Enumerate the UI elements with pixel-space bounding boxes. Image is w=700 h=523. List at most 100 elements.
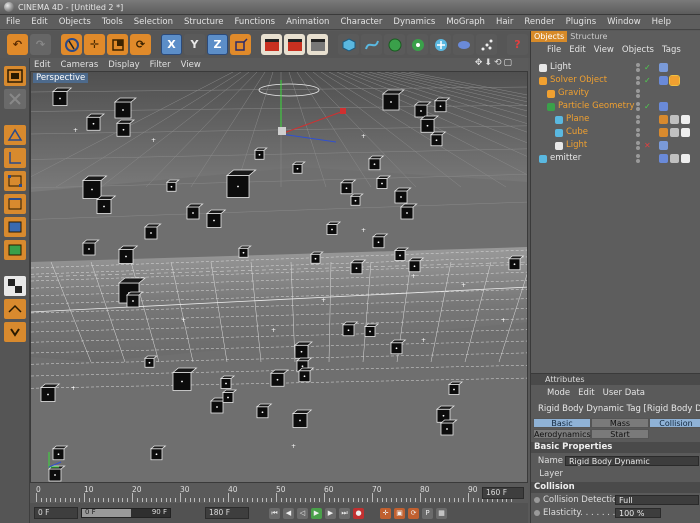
render-settings-icon[interactable]: [307, 34, 328, 55]
object-name[interactable]: Gravity: [558, 87, 589, 100]
menu-plugins[interactable]: Plugins: [566, 17, 596, 27]
axis-origin[interactable]: [278, 127, 286, 135]
attr-menu-user-data[interactable]: User Data: [603, 388, 645, 398]
object-row[interactable]: Cube: [531, 126, 700, 139]
visibility-dots[interactable]: [636, 141, 641, 150]
deformer-icon[interactable]: [430, 34, 451, 55]
rigid-body-tag-icon[interactable]: [659, 102, 668, 111]
points-mode-icon[interactable]: [3, 171, 26, 191]
tab-aerodynamics[interactable]: Aerodynamics: [533, 429, 591, 439]
rigid-body-tag-icon[interactable]: [659, 76, 668, 85]
om-menu-edit[interactable]: Edit: [569, 45, 585, 55]
attr-menu-edit[interactable]: Edit: [578, 388, 594, 398]
rigid-body-tag-icon[interactable]: [659, 154, 668, 163]
om-menu-objects[interactable]: Objects: [622, 45, 654, 55]
material-tag-icon[interactable]: [659, 128, 668, 137]
collision-detection-animate-toggle[interactable]: [534, 497, 540, 503]
timeline-ruler[interactable]: 0 10 20 30 40 50 60 70 80 90: [36, 485, 513, 503]
object-name[interactable]: Plane: [566, 113, 589, 126]
world-coordinates-icon[interactable]: [230, 34, 251, 55]
use-object-tool-icon[interactable]: [3, 89, 26, 109]
object-name[interactable]: emitter: [550, 152, 581, 165]
tab-objects[interactable]: Objects: [531, 31, 568, 42]
enable-toggle[interactable]: ✕: [644, 139, 651, 152]
menu-edit[interactable]: Edit: [31, 17, 47, 27]
menu-selection[interactable]: Selection: [134, 17, 173, 27]
viewport-menu-edit[interactable]: Edit: [34, 60, 50, 70]
scene-object-icon[interactable]: [453, 34, 474, 55]
visibility-dots[interactable]: [636, 63, 641, 72]
collision-detection-dropdown[interactable]: Full: [615, 495, 699, 505]
record-rotation-icon[interactable]: ⟳: [408, 507, 419, 519]
menu-render[interactable]: Render: [524, 17, 554, 27]
phong-tag-icon[interactable]: [670, 128, 679, 137]
layer-field[interactable]: [565, 469, 699, 479]
menu-file[interactable]: File: [6, 17, 20, 27]
phong-tag-icon[interactable]: [670, 115, 679, 124]
section-collision[interactable]: Collision: [531, 482, 700, 493]
menu-functions[interactable]: Functions: [235, 17, 276, 27]
object-row[interactable]: Light ✓: [531, 61, 700, 74]
om-menu-file[interactable]: File: [547, 45, 561, 55]
object-row[interactable]: Gravity: [531, 87, 700, 100]
menu-tools[interactable]: Tools: [102, 17, 123, 27]
viewport-menu-view[interactable]: View: [181, 60, 201, 70]
record-parameter-icon[interactable]: P: [422, 507, 433, 519]
elasticity-animate-toggle[interactable]: [534, 510, 540, 516]
checker-tag-icon[interactable]: [681, 128, 690, 137]
timeline[interactable]: 0 10 20 30 40 50 60 70 80 90 160 F: [30, 483, 528, 503]
tab-structure[interactable]: Structure: [567, 31, 610, 42]
viewport-scene[interactable]: + + + + + + + + + + + + +: [31, 72, 528, 483]
menu-animation[interactable]: Animation: [286, 17, 329, 27]
x-axis-lock-button[interactable]: X: [161, 34, 182, 55]
elasticity-field[interactable]: 100 %: [615, 508, 661, 518]
current-frame-field[interactable]: 0 F: [34, 507, 78, 519]
visibility-dots[interactable]: [636, 102, 641, 111]
y-axis-lock-button[interactable]: Y: [184, 34, 205, 55]
particle-emitter-icon[interactable]: [476, 34, 497, 55]
next-key-icon[interactable]: ▶: [325, 507, 336, 519]
go-to-end-icon[interactable]: ⏭: [339, 507, 350, 519]
visibility-dots[interactable]: [636, 89, 641, 98]
workplane-icon[interactable]: [3, 299, 26, 319]
x-axis-cap[interactable]: [340, 108, 346, 114]
previous-key-icon[interactable]: ◀: [283, 507, 294, 519]
menu-hair[interactable]: Hair: [496, 17, 513, 27]
record-position-icon[interactable]: ✛: [380, 507, 391, 519]
tab-start[interactable]: Start: [591, 429, 649, 439]
section-basic-properties[interactable]: Basic Properties: [531, 442, 700, 453]
menu-structure[interactable]: Structure: [184, 17, 224, 27]
light-tag-icon[interactable]: [659, 63, 668, 72]
material-tag-icon[interactable]: [659, 115, 668, 124]
visibility-dots[interactable]: [636, 154, 641, 163]
z-axis-lock-button[interactable]: Z: [207, 34, 228, 55]
viewport-menu-filter[interactable]: Filter: [150, 60, 171, 70]
object-name[interactable]: Cube: [566, 126, 588, 139]
om-menu-view[interactable]: View: [594, 45, 614, 55]
perspective-viewport[interactable]: + + + + + + + + + + + + + Perspective: [30, 71, 528, 483]
attr-menu-mode[interactable]: Mode: [547, 388, 570, 398]
go-to-start-icon[interactable]: ⏮: [269, 507, 280, 519]
texture-mode-icon[interactable]: [3, 240, 26, 260]
phong-tag-icon[interactable]: [670, 154, 679, 163]
object-name[interactable]: Solver Object: [550, 74, 607, 87]
rotate-tool-icon[interactable]: ⟳: [130, 34, 151, 55]
menu-dynamics[interactable]: Dynamics: [393, 17, 435, 27]
checker-tag-icon[interactable]: [681, 115, 690, 124]
snap-icon[interactable]: [3, 322, 26, 342]
axis-tool-icon[interactable]: [3, 148, 26, 168]
use-model-tool-icon[interactable]: [3, 66, 26, 86]
frame-range-slider[interactable]: 0 F 90 F: [81, 508, 171, 518]
viewport-menu-display[interactable]: Display: [108, 60, 139, 70]
object-row[interactable]: emitter: [531, 152, 700, 165]
nurbs-icon[interactable]: [384, 34, 405, 55]
selected-tag-icon[interactable]: [669, 75, 680, 86]
record-icon[interactable]: ●: [353, 507, 364, 519]
visibility-dots[interactable]: [636, 128, 641, 137]
render-picture-viewer-icon[interactable]: [284, 34, 305, 55]
object-row[interactable]: Particle Geometry ✓: [531, 100, 700, 113]
enable-toggle[interactable]: ✓: [644, 100, 651, 113]
object-row[interactable]: Light ✕: [531, 139, 700, 152]
tab-collision[interactable]: Collision: [649, 418, 700, 428]
record-scale-icon[interactable]: ▣: [394, 507, 405, 519]
